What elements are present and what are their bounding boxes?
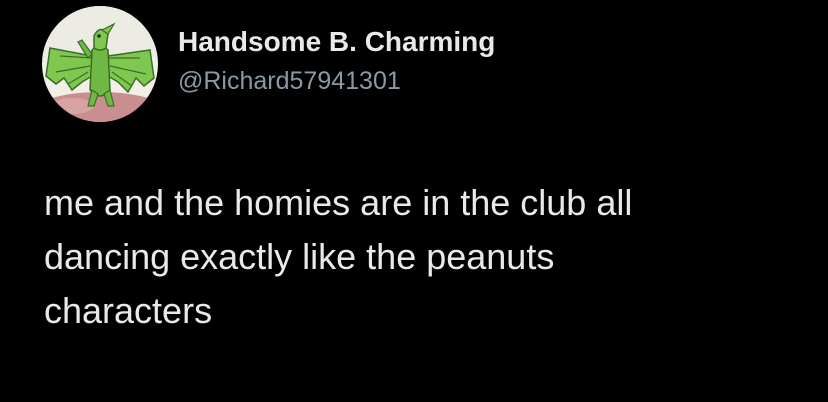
tweet-text-line: me and the homies are in the club all bbox=[44, 182, 633, 223]
display-name[interactable]: Handsome B. Charming bbox=[178, 24, 495, 60]
tweet-card: Handsome B. Charming @Richard57941301 me… bbox=[0, 0, 828, 402]
tweet-text: me and the homies are in the club all da… bbox=[44, 176, 824, 338]
green-dragon-avatar-icon bbox=[42, 6, 158, 122]
tweet-text-line: characters bbox=[44, 290, 213, 331]
tweet-text-line: dancing exactly like the peanuts bbox=[44, 236, 555, 277]
user-info: Handsome B. Charming @Richard57941301 bbox=[178, 24, 495, 98]
avatar[interactable] bbox=[42, 6, 158, 122]
user-handle[interactable]: @Richard57941301 bbox=[178, 64, 495, 98]
